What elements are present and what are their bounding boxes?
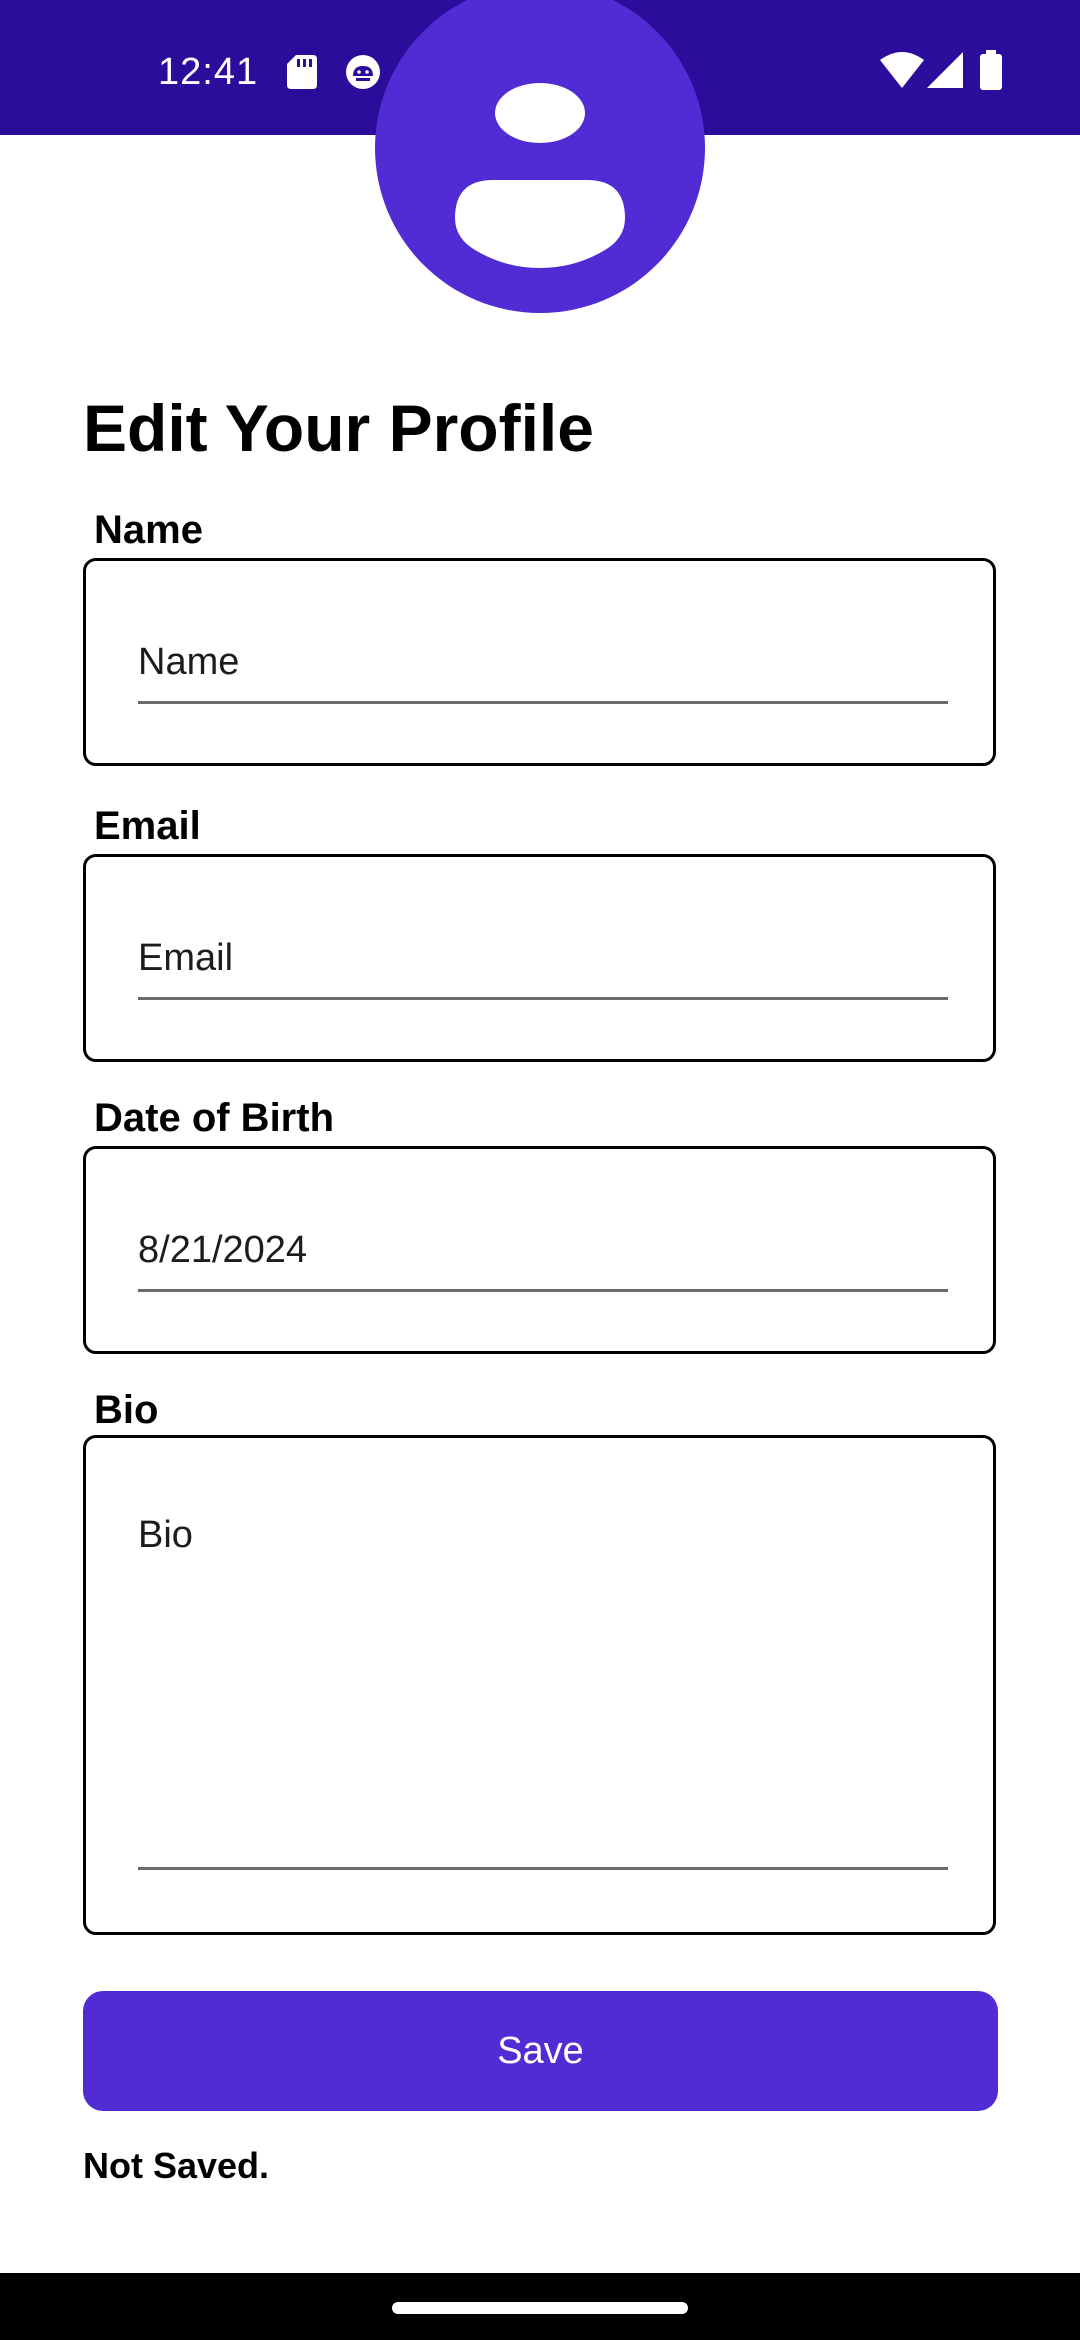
dob-label: Date of Birth xyxy=(94,1096,334,1140)
dob-field-frame xyxy=(83,1146,996,1354)
signal-icon xyxy=(927,52,963,88)
name-input[interactable] xyxy=(138,637,948,687)
save-button[interactable]: Save xyxy=(83,1991,998,2111)
dob-underline xyxy=(138,1289,948,1292)
status-time: 12:41 xyxy=(158,51,259,93)
email-label: Email xyxy=(94,804,201,848)
email-field-frame xyxy=(83,854,996,1062)
bio-field-frame xyxy=(83,1435,996,1935)
name-label: Name xyxy=(94,508,203,552)
home-gesture-handle[interactable] xyxy=(392,2302,688,2314)
name-field-frame xyxy=(83,558,996,766)
battery-icon xyxy=(980,50,1002,90)
bio-textarea[interactable] xyxy=(138,1510,948,1850)
profile-avatar-icon[interactable] xyxy=(375,0,705,324)
page-title: Edit Your Profile xyxy=(83,391,594,465)
wifi-icon xyxy=(880,52,924,88)
sd-card-icon xyxy=(287,55,317,89)
save-status-text: Not Saved. xyxy=(83,2145,270,2186)
dob-input[interactable] xyxy=(138,1225,948,1275)
bio-underline xyxy=(138,1867,948,1870)
email-input[interactable] xyxy=(138,933,948,983)
name-underline xyxy=(138,701,948,704)
email-underline xyxy=(138,997,948,1000)
bio-label: Bio xyxy=(94,1388,159,1432)
